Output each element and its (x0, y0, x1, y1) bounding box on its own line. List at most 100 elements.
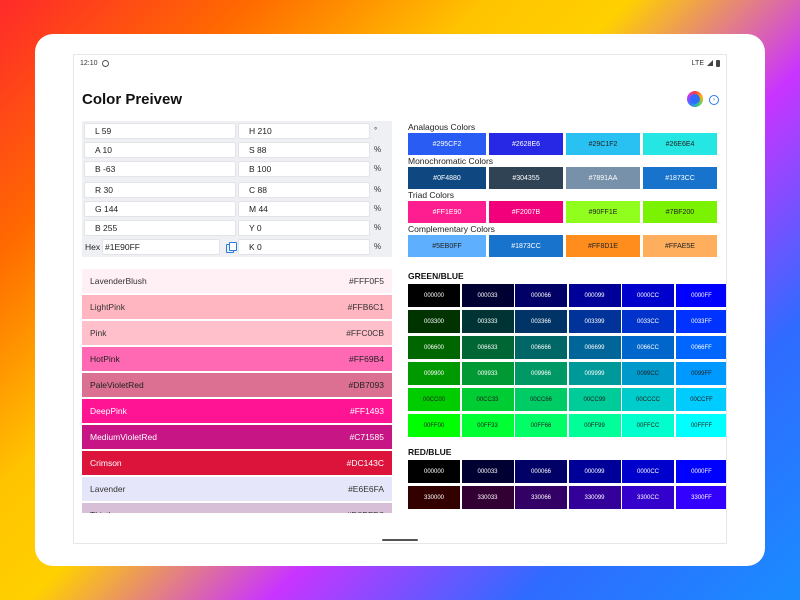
value-field-right-4[interactable]: M 44 (238, 201, 370, 217)
value-field-5[interactable]: B 255 (84, 220, 236, 236)
hex-label: Hex (85, 242, 101, 252)
grid-cell[interactable]: 000033 (461, 284, 514, 307)
grid-cell[interactable]: 0099CC (622, 362, 674, 385)
scheme-chip[interactable]: #5EB0FF (408, 235, 486, 257)
grid-cell[interactable]: 00CC00 (408, 388, 460, 411)
grid-cell[interactable]: 0000CC (622, 460, 674, 483)
grid-cell[interactable]: 0000CC (622, 284, 674, 307)
grid-cell[interactable]: 003333 (461, 310, 514, 333)
grid-cell[interactable]: 009966 (515, 362, 567, 385)
grid-cell[interactable]: 009999 (568, 362, 621, 385)
scheme-chip[interactable]: #29C1F2 (566, 133, 640, 155)
grid-cell[interactable]: 00CCFF (675, 388, 726, 411)
grid-cell[interactable]: 00FF99 (568, 414, 621, 437)
value-field-3[interactable]: R 30 (84, 182, 236, 198)
value-field-4[interactable]: G 144 (84, 201, 236, 217)
grid-cell[interactable]: 0000FF (675, 284, 726, 307)
value-field-right-0[interactable]: H 210 (238, 123, 370, 139)
grid-cell[interactable]: 006633 (461, 336, 514, 359)
grid-cell[interactable]: 0066FF (675, 336, 726, 359)
gesture-nav-bar[interactable] (382, 539, 418, 541)
color-hex: #C71585 (349, 432, 384, 442)
grid-cell[interactable]: 000099 (568, 460, 621, 483)
list-item[interactable]: HotPink #FF69B4 (82, 347, 392, 371)
scheme-chip[interactable]: #0F4880 (408, 167, 486, 189)
grid-cell[interactable]: 3300FF (675, 486, 726, 509)
grid-cell[interactable]: 330000 (408, 486, 460, 509)
grid-cell[interactable]: 00CC33 (461, 388, 514, 411)
scheme-chip[interactable]: #2628E6 (489, 133, 563, 155)
grid-cell[interactable]: 00FFFF (675, 414, 726, 437)
color-wheel-icon[interactable] (687, 91, 703, 107)
scheme-chip[interactable]: #7BF200 (643, 201, 717, 223)
info-icon[interactable]: › (709, 95, 719, 105)
grid-cell[interactable]: 000099 (568, 284, 621, 307)
value-field-2[interactable]: B -63 (84, 161, 236, 177)
list-item[interactable]: LightPink #FFB6C1 (82, 295, 392, 319)
grid-cell[interactable]: 006699 (568, 336, 621, 359)
scheme-chip[interactable]: #304355 (489, 167, 563, 189)
grid-cell[interactable]: 00FF66 (515, 414, 567, 437)
list-item[interactable]: LavenderBlush #FFF0F5 (82, 269, 392, 293)
grid-cell[interactable]: 00FF33 (461, 414, 514, 437)
list-item[interactable]: MediumVioletRed #C71585 (82, 425, 392, 449)
grid-cell[interactable]: 00CC99 (568, 388, 621, 411)
hex-input[interactable]: #1E90FF (102, 239, 220, 255)
grid-cell[interactable]: 0066CC (622, 336, 674, 359)
grid-cell[interactable]: 00CCCC (622, 388, 674, 411)
value-field-right-6[interactable]: K 0 (238, 239, 370, 255)
scheme-label: Analagous Colors (408, 122, 476, 132)
list-item[interactable]: PaleVioletRed #DB7093 (82, 373, 392, 397)
grid-cell[interactable]: 330099 (568, 486, 621, 509)
scheme-chip[interactable]: #26E6E4 (643, 133, 717, 155)
color-hex: #DC143C (346, 458, 384, 468)
scheme-label: Complementary Colors (408, 224, 495, 234)
grid-cell[interactable]: 009933 (461, 362, 514, 385)
scheme-chip[interactable]: #295CF2 (408, 133, 486, 155)
scheme-chip[interactable]: #1873CC (643, 167, 717, 189)
value-field-1[interactable]: A 10 (84, 142, 236, 158)
grid-cell[interactable]: 003300 (408, 310, 460, 333)
value-field-0[interactable]: L 59 (84, 123, 236, 139)
grid-cell[interactable]: 3300CC (622, 486, 674, 509)
grid-cell[interactable]: 000000 (408, 284, 460, 307)
grid-cell[interactable]: 003399 (568, 310, 621, 333)
grid-cell[interactable]: 009900 (408, 362, 460, 385)
scheme-chip[interactable]: #FFAE5E (643, 235, 717, 257)
grid-cell[interactable]: 006600 (408, 336, 460, 359)
scheme-chip[interactable]: #7891AA (566, 167, 640, 189)
grid-cell[interactable]: 330066 (515, 486, 567, 509)
scheme-chip[interactable]: #90FF1E (566, 201, 640, 223)
color-name: Pink (90, 328, 107, 338)
grid-cell[interactable]: 000066 (515, 460, 567, 483)
value-field-right-1[interactable]: S 88 (238, 142, 370, 158)
grid-cell[interactable]: 0033FF (675, 310, 726, 333)
scheme-label: Triad Colors (408, 190, 454, 200)
color-name: PaleVioletRed (90, 380, 144, 390)
list-item[interactable]: DeepPink #FF1493 (82, 399, 392, 423)
scheme-chip[interactable]: #1873CC (489, 235, 563, 257)
list-item[interactable]: Crimson #DC143C (82, 451, 392, 475)
copy-icon[interactable] (226, 242, 237, 253)
grid-cell[interactable]: 00FFCC (622, 414, 674, 437)
grid-cell[interactable]: 000066 (515, 284, 567, 307)
value-field-right-2[interactable]: B 100 (238, 161, 370, 177)
grid-cell[interactable]: 000033 (461, 460, 514, 483)
grid-cell[interactable]: 330033 (461, 486, 514, 509)
value-field-right-3[interactable]: C 88 (238, 182, 370, 198)
grid-cell[interactable]: 003366 (515, 310, 567, 333)
grid-cell[interactable]: 00FF00 (408, 414, 460, 437)
scheme-chip[interactable]: #F2007B (489, 201, 563, 223)
grid-cell[interactable]: 00CC66 (515, 388, 567, 411)
list-item[interactable]: Thistle #D8BFD8 (82, 503, 392, 513)
scheme-chip[interactable]: #FF1E90 (408, 201, 486, 223)
value-field-right-5[interactable]: Y 0 (238, 220, 370, 236)
grid-cell[interactable]: 0033CC (622, 310, 674, 333)
list-item[interactable]: Lavender #E6E6FA (82, 477, 392, 501)
grid-cell[interactable]: 0099FF (675, 362, 726, 385)
grid-cell[interactable]: 006666 (515, 336, 567, 359)
scheme-chip[interactable]: #FF8D1E (566, 235, 640, 257)
list-item[interactable]: Pink #FFC0CB (82, 321, 392, 345)
grid-cell[interactable]: 0000FF (675, 460, 726, 483)
grid-cell[interactable]: 000000 (408, 460, 460, 483)
